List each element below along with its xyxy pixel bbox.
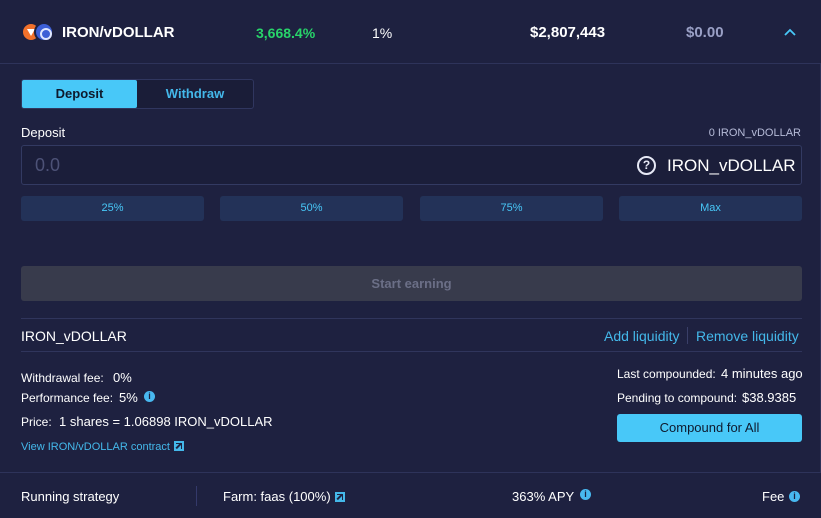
footer-separator: [196, 486, 197, 506]
farm-label: Farm: faas (100%): [223, 489, 331, 504]
add-liquidity-link[interactable]: Add liquidity: [604, 328, 680, 344]
info-icon[interactable]: i: [580, 489, 591, 500]
price-value: 1 shares = 1.06898 IRON_vDOLLAR: [59, 414, 273, 429]
apy-value: 3,668.4%: [256, 25, 316, 41]
performance-fee-label: Performance fee:: [21, 391, 114, 405]
tab-deposit[interactable]: Deposit: [22, 80, 137, 108]
percent-25-button[interactable]: 25%: [21, 196, 204, 221]
vdollar-token-icon: [34, 22, 54, 42]
contract-link-label: View IRON/vDOLLAR contract: [21, 441, 170, 453]
amount-input[interactable]: [35, 154, 535, 176]
tvl-value: $2,807,443: [530, 24, 606, 41]
question-circle-icon[interactable]: ?: [637, 156, 656, 175]
percent-50-button[interactable]: 50%: [220, 196, 403, 221]
withdrawal-fee-label: Withdrawal fee:: [21, 371, 104, 385]
last-compounded-value: 4 minutes ago: [721, 366, 803, 381]
lp-token-name: IRON_vDOLLAR: [21, 328, 127, 344]
pair-name: IRON/vDOLLAR: [62, 24, 175, 41]
pending-compound-label: Pending to compound:: [617, 391, 738, 405]
info-icon[interactable]: i: [144, 391, 155, 402]
pending-compound-value: $38.9385: [742, 390, 797, 405]
withdrawal-fee-value: 0%: [113, 370, 132, 385]
external-link-icon: [334, 492, 345, 502]
daily-rate: 1%: [372, 25, 393, 41]
vault-card: IRON/vDOLLAR 3,668.4% 1% $2,807,443 $0.0…: [0, 0, 821, 518]
farm-link[interactable]: Farm: faas (100%): [223, 489, 345, 504]
deposit-balance: 0 IRON_vDOLLAR: [708, 127, 801, 139]
token-pair-icons: [21, 22, 57, 44]
external-link-icon: [173, 441, 184, 451]
balance-value: $0.00: [686, 24, 724, 41]
fee-label: Fee: [762, 489, 785, 504]
compound-for-all-button[interactable]: Compound for All: [617, 414, 802, 442]
info-icon[interactable]: i: [789, 491, 800, 502]
view-contract-link[interactable]: View IRON/vDOLLAR contract: [21, 441, 184, 453]
strategy-footer: Running strategy Farm: faas (100%) 363% …: [0, 472, 821, 518]
performance-fee-value: 5%: [119, 390, 138, 405]
running-strategy-label: Running strategy: [21, 489, 120, 504]
token-name: IRON_vDOLLAR: [667, 156, 796, 175]
divider: [21, 351, 802, 352]
deposit-withdraw-tabs: Deposit Withdraw: [21, 79, 254, 109]
price-label: Price:: [21, 415, 52, 429]
link-separator: [687, 327, 688, 344]
chevron-up-icon[interactable]: [784, 26, 796, 38]
strategy-apy: 363% APY: [512, 489, 575, 504]
tab-withdraw[interactable]: Withdraw: [137, 80, 253, 108]
last-compounded-label: Last compounded:: [617, 367, 716, 381]
deposit-label: Deposit: [21, 125, 66, 140]
divider: [21, 318, 802, 319]
amount-field: ? IRON_vDOLLAR: [21, 145, 802, 185]
remove-liquidity-link[interactable]: Remove liquidity: [696, 328, 799, 344]
start-earning-button[interactable]: Start earning: [21, 266, 802, 301]
max-button[interactable]: Max: [619, 196, 802, 221]
percent-75-button[interactable]: 75%: [420, 196, 603, 221]
vault-header[interactable]: IRON/vDOLLAR 3,668.4% 1% $2,807,443 $0.0…: [0, 0, 821, 64]
